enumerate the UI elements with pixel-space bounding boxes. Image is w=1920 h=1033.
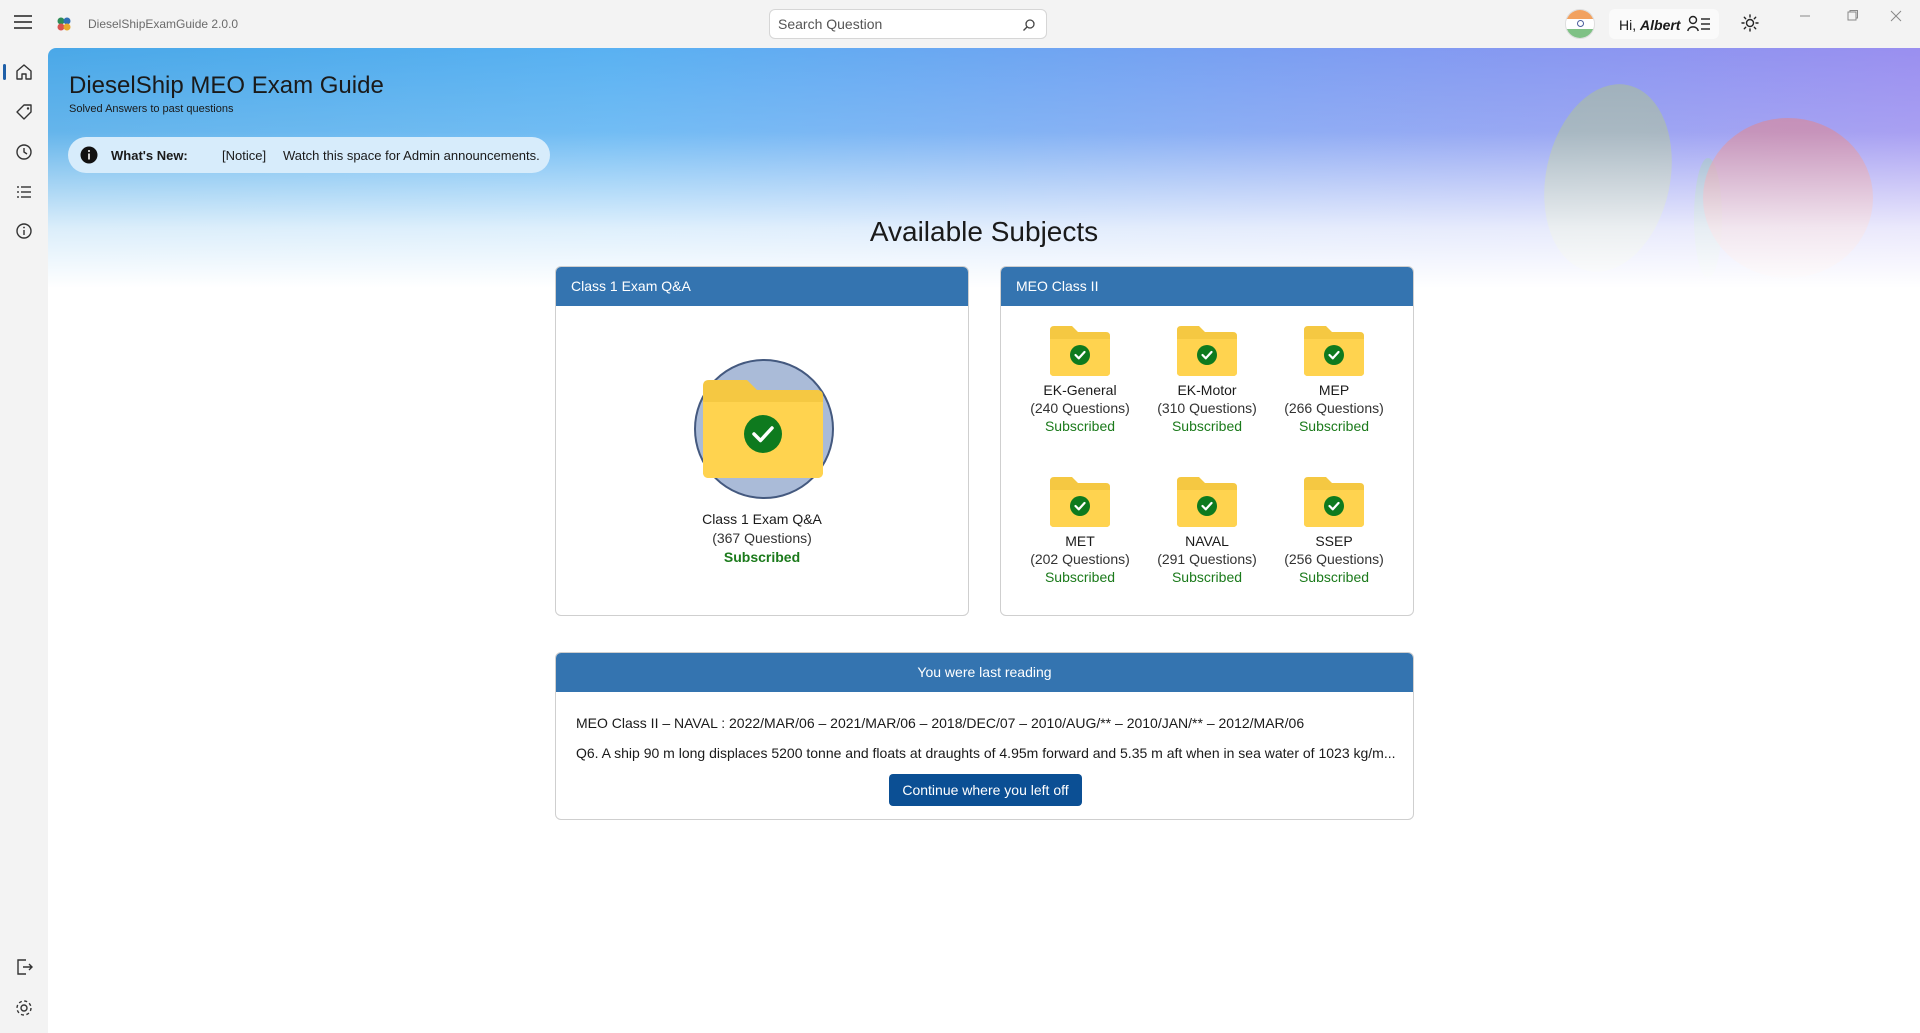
tag-icon[interactable]	[13, 101, 35, 123]
last-reading-path: MEO Class II – NAVAL : 2022/MAR/06 – 202…	[576, 715, 1305, 731]
user-list-icon	[1687, 15, 1710, 32]
user-name: Albert	[1640, 17, 1681, 33]
app-title: DieselShipExamGuide 2.0.0	[88, 17, 239, 31]
subject-count: (256 Questions)	[1284, 551, 1384, 567]
subject-status: Subscribed	[1171, 569, 1243, 585]
user-profile-button[interactable]: Hi, Albert	[1609, 9, 1719, 39]
page-subtitle: Solved Answers to past questions	[69, 103, 234, 115]
subject-count: (266 Questions)	[1284, 400, 1384, 416]
sidebar	[0, 48, 48, 1033]
subject-name: NAVAL	[1185, 533, 1229, 549]
subject-name: MEP	[1318, 382, 1350, 398]
whats-new-label: What's New:	[111, 148, 188, 163]
subscribed-folder-icon	[1304, 326, 1364, 376]
whats-new-banner: What's New: [Notice] Watch this space fo…	[68, 137, 550, 173]
subject-name: EK-General	[1043, 382, 1117, 398]
class1-subject-name[interactable]: Class 1 Exam Q&A	[556, 511, 968, 527]
meo-class2-card-header: MEO Class II	[1001, 267, 1413, 306]
search-box[interactable]	[769, 9, 1047, 39]
subject-tile-naval[interactable]: NAVAL (291 Questions) Subscribed	[1147, 475, 1267, 585]
subject-count: (202 Questions)	[1030, 551, 1130, 567]
subject-name: MET	[1065, 533, 1095, 549]
continue-reading-button[interactable]: Continue where you left off	[889, 774, 1082, 806]
minimize-icon[interactable]	[1795, 8, 1815, 24]
last-reading-question: Q6. A ship 90 m long displaces 5200 tonn…	[576, 745, 1396, 761]
class1-card-header: Class 1 Exam Q&A	[556, 267, 968, 306]
class1-card: Class 1 Exam Q&A Class 1 Exam Q&A (367 Q…	[555, 266, 969, 616]
subscribed-folder-icon	[1050, 477, 1110, 527]
subject-status: Subscribed	[1298, 418, 1370, 434]
user-greeting: Hi, Albert	[1619, 17, 1680, 33]
whats-new-tag: [Notice]	[222, 148, 267, 163]
active-indicator	[3, 64, 6, 80]
subject-tile-ek-motor[interactable]: EK-Motor (310 Questions) Subscribed	[1147, 324, 1267, 434]
last-reading-card: You were last reading MEO Class II – NAV…	[555, 652, 1414, 820]
home-icon[interactable]	[13, 61, 35, 83]
subject-count: (240 Questions)	[1030, 400, 1130, 416]
class1-question-count: (367 Questions)	[712, 530, 812, 546]
subject-status: Subscribed	[1298, 569, 1370, 585]
subject-name: SSEP	[1315, 533, 1353, 549]
india-flag-icon[interactable]	[1565, 9, 1595, 39]
subscribed-folder-icon	[1304, 477, 1364, 527]
subscribed-folder-icon	[1177, 326, 1237, 376]
subject-status: Subscribed	[1044, 418, 1116, 434]
main-content: DieselShip MEO Exam Guide Solved Answers…	[48, 48, 1920, 1033]
whats-new-text: Watch this space for Admin announcements…	[283, 148, 540, 163]
subject-tile-met[interactable]: MET (202 Questions) Subscribed	[1020, 475, 1140, 585]
search-icon[interactable]	[1022, 18, 1036, 32]
class1-status: Subscribed	[723, 549, 801, 565]
logout-icon[interactable]	[13, 956, 35, 978]
subscribed-folder-icon	[1177, 477, 1237, 527]
subject-status: Subscribed	[1044, 569, 1116, 585]
subject-count: (310 Questions)	[1157, 400, 1257, 416]
search-input[interactable]	[778, 15, 1008, 33]
info-filled-icon	[80, 146, 98, 164]
meo-class2-card: MEO Class II EK-General (240 Questions) …	[1000, 266, 1414, 616]
last-reading-header: You were last reading	[556, 653, 1413, 692]
app-logo-icon	[57, 17, 71, 31]
title-bar: DieselShipExamGuide 2.0.0 Hi, Albert	[0, 0, 1920, 48]
list-icon[interactable]	[13, 181, 35, 203]
info-icon[interactable]	[13, 220, 35, 242]
greeting-text: Hi,	[1619, 17, 1637, 33]
available-subjects-heading: Available Subjects	[869, 216, 1099, 247]
subject-tile-ssep[interactable]: SSEP (256 Questions) Subscribed	[1274, 475, 1394, 585]
subscribed-folder-icon[interactable]	[701, 372, 825, 482]
close-icon[interactable]	[1886, 8, 1906, 24]
subject-tile-ek-general[interactable]: EK-General (240 Questions) Subscribed	[1020, 324, 1140, 434]
subject-tile-mep[interactable]: MEP (266 Questions) Subscribed	[1274, 324, 1394, 434]
theme-toggle-sun-icon[interactable]	[1741, 14, 1759, 32]
page-title: DieselShip MEO Exam Guide	[69, 72, 384, 99]
subject-name: EK-Motor	[1177, 382, 1237, 398]
subscribed-folder-icon	[1050, 326, 1110, 376]
clock-icon[interactable]	[13, 141, 35, 163]
hamburger-menu-icon[interactable]	[14, 15, 32, 29]
restore-icon[interactable]	[1842, 8, 1862, 24]
settings-icon[interactable]	[13, 997, 35, 1019]
subject-status: Subscribed	[1171, 418, 1243, 434]
subject-count: (291 Questions)	[1157, 551, 1257, 567]
